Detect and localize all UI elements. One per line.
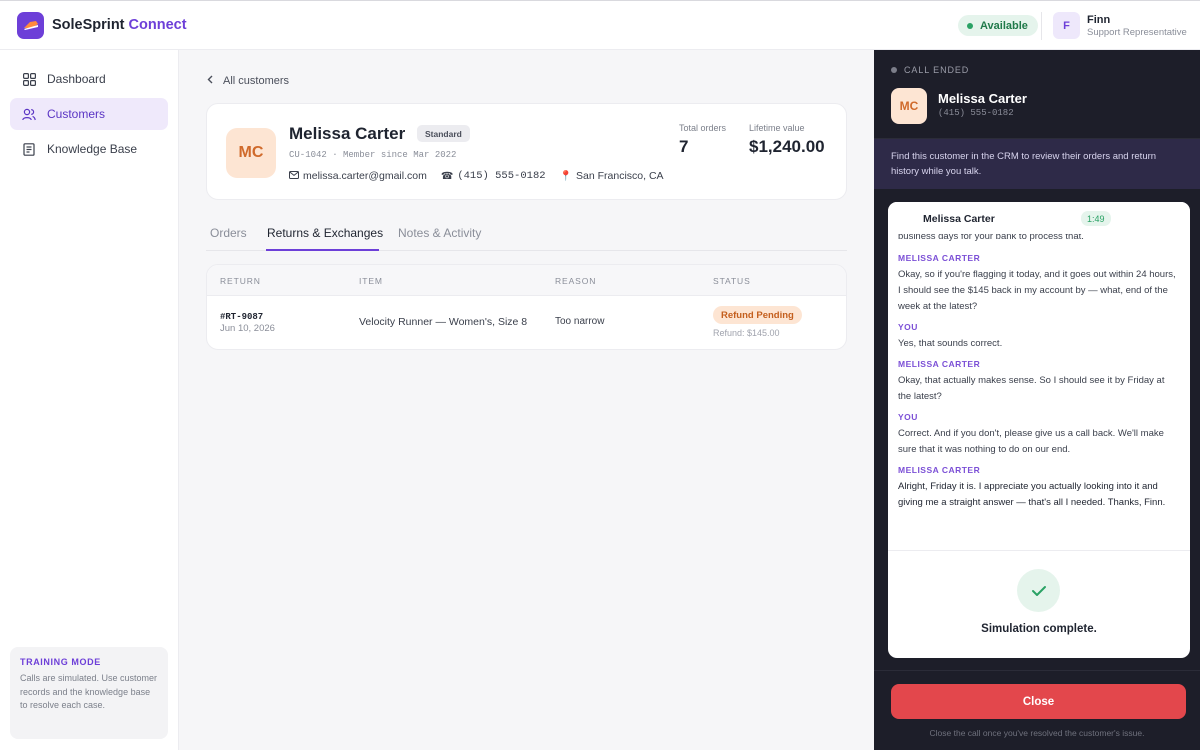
message-speaker: MELISSA CARTER [898,253,981,263]
customer-email[interactable]: melissa.carter@gmail.com [289,170,427,182]
location-pin-icon: 📍 [559,170,572,182]
status-badge: Refund Pending [713,306,802,324]
back-to-customers-link[interactable]: All customers [207,75,289,87]
sidebar: Dashboard Customers Knowledge Base TRAIN… [0,50,179,750]
training-mode-title: TRAINING MODE [20,657,101,667]
transcript-message: MELISSA CARTER Okay, that actually makes… [898,359,1180,405]
call-state-dot-icon [891,67,897,73]
sidebar-item-label: Dashboard [47,72,106,86]
call-transcript[interactable]: Melissa Carter 1:49 business days for yo… [888,202,1190,658]
transcript-caller-name: Melissa Carter [923,213,995,225]
chevron-left-icon [207,75,213,87]
customer-phone[interactable]: ☎ (415) 555-0182 [441,170,546,182]
column-header-status: STATUS [713,276,751,286]
returns-table: RETURN ITEM REASON STATUS #RT-9087 Jun 1… [206,264,847,350]
message-speaker: YOU [898,322,918,332]
status-dot-icon [967,22,973,29]
tab-returns-exchanges[interactable]: Returns & Exchanges [267,226,383,240]
customer-meta: CU-1042 · Member since Mar 2022 [289,150,457,160]
transcript-header: Melissa Carter 1:49 [888,202,1190,234]
total-orders-value: 7 [679,137,689,156]
message-text: Yes, that sounds correct. [898,338,1003,349]
phone-icon: ☎ [440,170,454,182]
transcript-messages: MELISSA CARTER Okay, so if you're flaggi… [898,253,1180,518]
sidebar-item-customers[interactable]: Customers [10,98,168,130]
table-header: RETURN ITEM REASON STATUS [207,265,846,296]
caller-phone: (415) 555-0182 [938,108,1014,118]
call-state: CALL ENDED [891,65,969,75]
customer-name: Melissa Carter [289,124,406,143]
close-area: Close Close the call once you've resolve… [874,670,1200,750]
message-text: Alright, Friday it is. I appreciate you … [898,481,1166,508]
training-mode-text: Calls are simulated. Use customer record… [20,673,158,710]
tab-notes-activity[interactable]: Notes & Activity [398,226,481,240]
check-icon [1017,569,1060,612]
column-header-item: ITEM [359,276,383,286]
topbar-divider [1041,12,1042,40]
app-name: SoleSprint Connect [52,17,187,33]
user-name: Finn [1087,14,1111,26]
message-speaker: MELISSA CARTER [898,359,981,369]
lifetime-value: $1,240.00 [749,137,825,156]
return-id: #RT-9087 [220,312,264,322]
user-avatar[interactable]: F [1053,12,1080,39]
customer-avatar: MC [226,128,276,178]
lifetime-value-label: Lifetime value [749,123,805,133]
sidebar-item-knowledge-base[interactable]: Knowledge Base [10,133,168,165]
sidebar-item-dashboard[interactable]: Dashboard [10,63,168,95]
message-text: Okay, that actually makes sense. So I sh… [898,375,1165,402]
refund-amount: Refund: $145.00 [713,328,780,338]
call-hint: Find this customer in the CRM to review … [874,139,1200,189]
close-call-button[interactable]: Close [891,684,1186,719]
brand[interactable]: SoleSprint Connect [17,11,187,39]
column-header-return: RETURN [220,276,261,286]
transcript-divider [888,550,1190,551]
caller-name: Melissa Carter [938,91,1027,106]
sidebar-item-label: Customers [47,107,106,121]
transcript-message: YOU Yes, that sounds correct. [898,322,1180,352]
total-orders-label: Total orders [679,123,727,133]
message-text: Okay, so if you're flagging it today, an… [898,269,1176,312]
caller-avatar: MC [891,88,927,124]
availability-status-badge[interactable]: Available [958,15,1038,36]
top-bar: SoleSprint Connect Available F Finn Supp… [0,0,1200,50]
call-header: CALL ENDED MC Melissa Carter (415) 555-0… [874,50,1200,139]
mail-icon [289,170,299,182]
simulation-complete-text: Simulation complete. [981,623,1097,635]
contact-row: melissa.carter@gmail.com ☎ (415) 555-018… [289,170,678,182]
customer-profile-card: MC Melissa Carter Standard CU-1042 · Mem… [206,103,847,200]
column-header-reason: REASON [555,276,597,286]
message-speaker: MELISSA CARTER [898,465,981,475]
transcript-message: MELISSA CARTER Okay, so if you're flaggi… [898,253,1180,315]
customer-tabs: Orders Returns & Exchanges Notes & Activ… [206,220,847,251]
customer-location: 📍 San Francisco, CA [559,170,664,182]
return-reason: Too narrow [555,316,605,327]
book-icon [22,142,36,156]
users-icon [22,107,36,121]
message-text: Correct. And if you don't, please give u… [898,428,1164,455]
return-date: Jun 10, 2026 [220,323,275,334]
grid-icon [22,72,36,86]
message-speaker: YOU [898,412,918,422]
call-timer: 1:49 [1081,211,1111,226]
sidebar-item-label: Knowledge Base [47,142,138,156]
return-item: Velocity Runner — Women's, Size 8 [359,316,528,328]
transcript-message: YOU Correct. And if you don't, please gi… [898,412,1180,458]
close-hint: Close the call once you've resolved the … [929,728,1145,738]
training-mode-notice: TRAINING MODE Calls are simulated. Use c… [10,647,168,739]
transcript-message: MELISSA CARTER Alright, Friday it is. I … [898,465,1180,511]
tab-orders[interactable]: Orders [210,226,247,240]
app-logo-icon [17,11,44,39]
active-tab-indicator [266,249,379,251]
user-role: Support Representative [1087,27,1187,38]
tier-badge: Standard [417,125,470,142]
